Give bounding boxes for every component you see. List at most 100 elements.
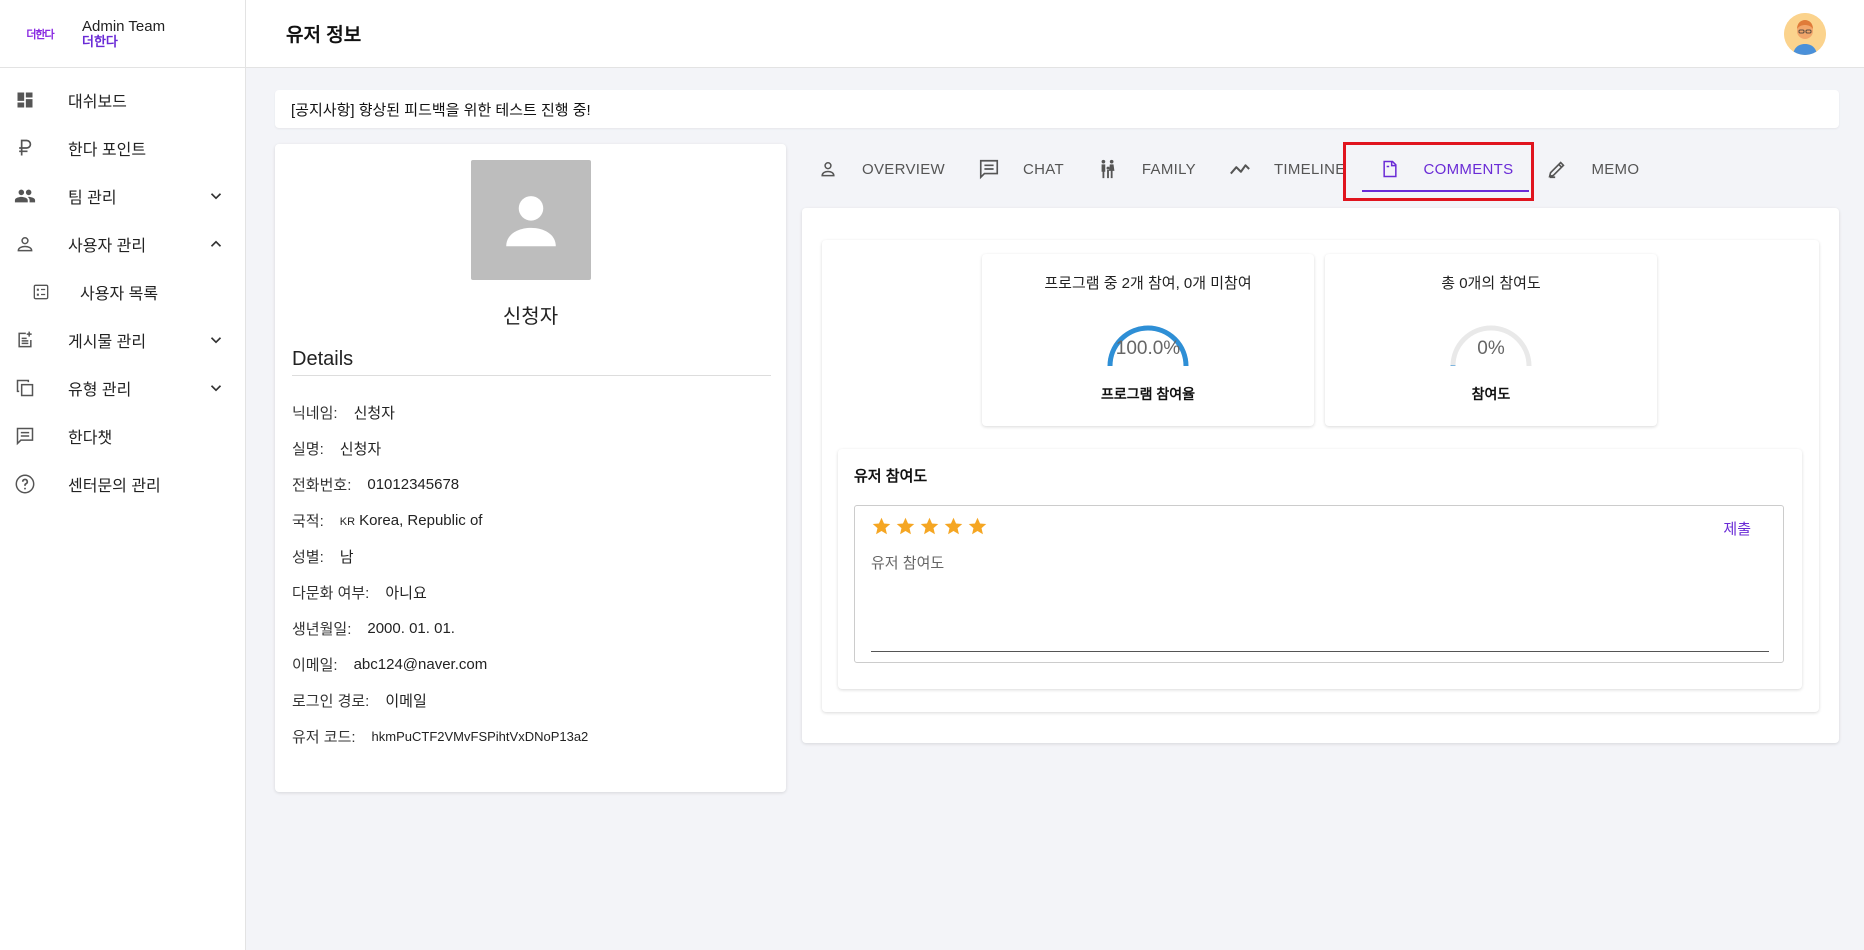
sidebar-item-label: 사용자 목록	[80, 286, 159, 303]
submit-button[interactable]: 제출	[1723, 518, 1751, 539]
detail-value: 01012345678	[367, 475, 460, 493]
stat-value: 0%	[1477, 338, 1505, 359]
edit-icon	[1545, 157, 1569, 181]
tab-overview[interactable]: OVERVIEW	[816, 144, 945, 194]
detail-real-name: 실명: 신청자	[292, 430, 588, 466]
sidebar-item-team[interactable]: 팀 관리	[0, 172, 245, 220]
tab-chat[interactable]: CHAT	[977, 144, 1064, 194]
stat-label: 참여도	[1471, 386, 1511, 402]
rating-title: 유저 참여도	[854, 468, 928, 485]
people-icon	[14, 185, 36, 207]
detail-email: 이메일: abc124@naver.com	[292, 646, 588, 682]
list-icon	[30, 281, 52, 303]
annotation-highlight-box	[1343, 142, 1534, 201]
detail-label: 생년월일:	[292, 620, 352, 638]
sidebar-item-label: 사용자 관리	[68, 238, 147, 255]
star-icon[interactable]	[919, 516, 940, 537]
comments-panel: 프로그램 중 2개 참여, 0개 미참여 100.0% 프로그램 참여율 총 0…	[802, 208, 1839, 743]
brand[interactable]: 더한다 Admin Team 더한다	[0, 0, 245, 68]
sidebar-item-types[interactable]: 유형 관리	[0, 364, 245, 412]
chat-icon	[14, 425, 36, 447]
sidebar-item-label: 팀 관리	[68, 190, 117, 207]
country-name: Korea, Republic of	[359, 511, 483, 529]
detail-nickname: 닉네임: 신청자	[292, 394, 588, 430]
sidebar-item-label: 대쉬보드	[68, 94, 127, 111]
tab-label: CHAT	[1022, 160, 1064, 178]
stat-card-program-participation: 프로그램 중 2개 참여, 0개 미참여 100.0% 프로그램 참여율	[982, 254, 1314, 426]
sidebar-nav: 대쉬보드 한다 포인트 팀 관리 사용자 관리 사용자 목록 게시물 관리 유형…	[0, 68, 245, 508]
chat-icon	[977, 157, 1001, 181]
family-icon	[1096, 157, 1120, 181]
profile-card: 신청자 Details 닉네임: 신청자 실명: 신청자 전화번호: 01012…	[275, 144, 786, 792]
chevron-down-icon	[210, 385, 222, 392]
detail-label: 성별:	[292, 548, 324, 566]
detail-user-code: 유저 코드: hkmPuCTF2VMvFSPihtVxDNoP13a2	[292, 718, 588, 754]
star-rating[interactable]	[871, 516, 988, 537]
details-title: Details	[292, 348, 354, 370]
detail-value: abc124@naver.com	[353, 655, 488, 673]
tab-family[interactable]: FAMILY	[1096, 144, 1196, 194]
detail-label: 유저 코드:	[292, 728, 356, 746]
tab-label: TIMELINE	[1273, 160, 1346, 178]
stat-description: 총 0개의 참여도	[1441, 275, 1541, 292]
notice-banner: [공지사항] 향상된 피드백을 위한 테스트 진행 중!	[275, 90, 1839, 128]
sidebar-item-label: 게시물 관리	[68, 334, 147, 351]
brand-logo: 더한다	[26, 28, 54, 41]
sidebar-item-label: 센터문의 관리	[68, 478, 161, 495]
page-title: 유저 정보	[286, 25, 362, 46]
person-placeholder-icon	[506, 196, 556, 247]
detail-label: 전화번호:	[292, 476, 352, 494]
sidebar-item-inquiry[interactable]: 센터문의 관리	[0, 460, 245, 508]
sidebar-item-user-list[interactable]: 사용자 목록	[0, 268, 245, 316]
sidebar-item-points[interactable]: 한다 포인트	[0, 124, 245, 172]
details-list: 닉네임: 신청자 실명: 신청자 전화번호: 01012345678 국적: K…	[292, 394, 588, 754]
chevron-down-icon	[210, 337, 222, 344]
comments-inner-panel: 프로그램 중 2개 참여, 0개 미참여 100.0% 프로그램 참여율 총 0…	[822, 240, 1819, 712]
tab-label: OVERVIEW	[862, 160, 945, 178]
sidebar-item-users[interactable]: 사용자 관리	[0, 220, 245, 268]
comment-input[interactable]	[871, 552, 1769, 652]
sidebar-item-label: 한다챗	[68, 430, 113, 447]
detail-value: KR Korea, Republic of	[340, 512, 483, 529]
sidebar-item-dashboard[interactable]: 대쉬보드	[0, 76, 245, 124]
dashboard-icon	[14, 89, 36, 111]
detail-gender: 성별: 남	[292, 538, 588, 574]
detail-value: 2000. 01. 01.	[367, 619, 455, 637]
sidebar-item-posts[interactable]: 게시물 관리	[0, 316, 245, 364]
sidebar-item-label: 한다 포인트	[68, 142, 147, 159]
stat-description: 프로그램 중 2개 참여, 0개 미참여	[1044, 275, 1252, 292]
sidebar: 더한다 Admin Team 더한다 대쉬보드 한다 포인트 팀 관리 사용자 …	[0, 0, 246, 950]
country-flag: KR	[339, 515, 356, 528]
post-add-icon	[14, 329, 36, 351]
person-icon	[14, 233, 36, 255]
star-icon[interactable]	[943, 516, 964, 537]
detail-label: 로그인 경로:	[292, 692, 370, 710]
detail-value: hkmPuCTF2VMvFSPihtVxDNoP13a2	[371, 728, 589, 744]
topbar: 유저 정보	[246, 0, 1864, 68]
stat-card-engagement: 총 0개의 참여도 0% 참여도	[1325, 254, 1657, 426]
chevron-down-icon	[210, 193, 222, 200]
star-icon[interactable]	[871, 516, 892, 537]
tab-label: FAMILY	[1141, 160, 1196, 178]
detail-label: 실명:	[292, 440, 324, 458]
stat-value: 100.0%	[1115, 338, 1181, 359]
detail-label: 이메일:	[292, 656, 338, 674]
timeline-icon	[1228, 157, 1252, 181]
avatar[interactable]	[1784, 13, 1826, 55]
rating-card: 유저 참여도 제출	[838, 449, 1802, 689]
detail-login-method: 로그인 경로: 이메일	[292, 682, 588, 718]
chevron-up-icon	[210, 240, 222, 247]
brand-title: Admin Team	[82, 17, 166, 35]
help-icon	[14, 473, 36, 495]
copy-icon	[14, 377, 36, 399]
sidebar-item-chat[interactable]: 한다챗	[0, 412, 245, 460]
detail-value: 남	[339, 548, 354, 566]
tab-memo[interactable]: MEMO	[1545, 144, 1639, 194]
detail-value: 신청자	[353, 404, 395, 422]
star-icon[interactable]	[895, 516, 916, 537]
details-divider	[292, 375, 771, 376]
detail-phone: 전화번호: 01012345678	[292, 466, 588, 502]
detail-label: 국적:	[292, 512, 324, 530]
star-icon[interactable]	[967, 516, 988, 537]
tab-timeline[interactable]: TIMELINE	[1228, 144, 1346, 194]
